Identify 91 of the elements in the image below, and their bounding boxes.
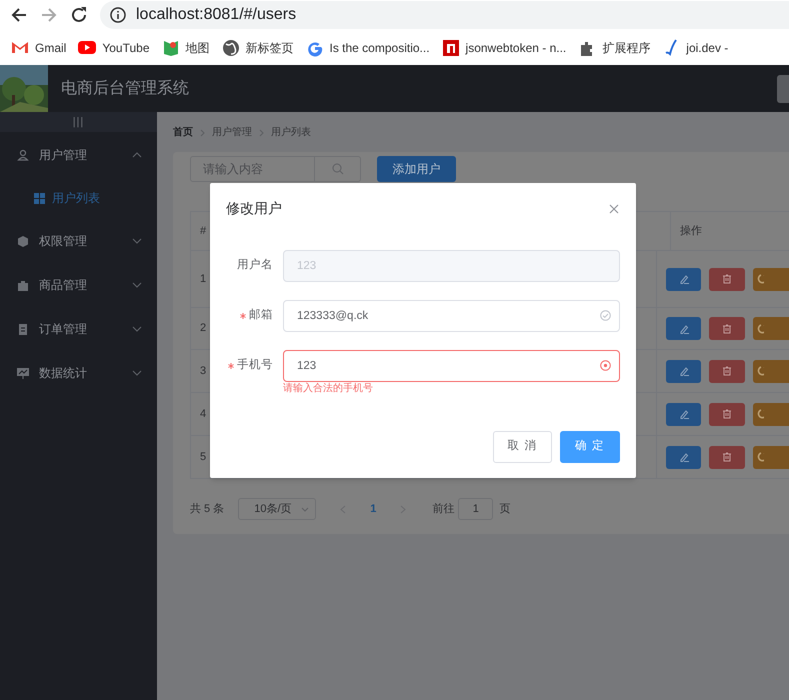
edit-button[interactable] — [666, 446, 701, 468]
sidebar-menu-item[interactable]: 数据统计 — [0, 351, 157, 395]
field-label: 手机号 — [237, 357, 273, 374]
table-cell-text: 4 — [199, 406, 208, 422]
breadcrumb-item[interactable]: 用户管理 — [212, 125, 252, 140]
table-cell-text: 3 — [199, 364, 208, 379]
chevron-right-icon — [200, 128, 205, 136]
cube-icon — [17, 234, 29, 248]
reload-icon[interactable] — [70, 6, 88, 24]
bookmark[interactable]: YouTube — [78, 38, 150, 56]
column-header: 操作 — [670, 212, 789, 250]
chevron-right-icon — [259, 128, 264, 136]
sidebar-menu-item[interactable]: 权限管理 — [0, 219, 157, 263]
edit-button[interactable] — [666, 402, 701, 426]
forward-icon[interactable] — [40, 6, 58, 24]
grid-icon — [34, 192, 45, 204]
bookmark[interactable]: 扩展程序 — [578, 38, 650, 56]
clipboard-icon — [17, 322, 29, 336]
chevron-down-icon — [132, 238, 142, 244]
confirm-button[interactable]: 确 定 — [560, 431, 620, 463]
field-label: 邮箱 — [249, 308, 273, 324]
pencil-icon — [678, 324, 688, 334]
total-count: 共 5 条 — [190, 502, 224, 517]
cancel-button[interactable]: 取 消 — [493, 431, 552, 463]
address-bar[interactable]: localhost:8081/#/users — [136, 3, 296, 27]
settings-button[interactable] — [753, 268, 789, 290]
table-cell-text: 5 — [199, 450, 208, 465]
trash-icon — [722, 274, 732, 284]
error-circle-icon — [600, 360, 611, 371]
column-header: # — [199, 224, 208, 239]
bookmark[interactable]: joi.dev - — [662, 38, 728, 56]
chevron-down-icon — [301, 506, 310, 512]
goto-label: 前往 — [432, 502, 454, 517]
goto-suffix: 页 — [499, 502, 510, 517]
sidebar-menu-item[interactable]: 商品管理 — [0, 263, 157, 307]
delete-button[interactable] — [709, 360, 745, 382]
settings-button[interactable] — [753, 317, 789, 340]
chevron-down-icon — [132, 326, 142, 332]
trash-icon — [722, 366, 732, 376]
bookmark[interactable]: 新标签页 — [222, 38, 294, 56]
bookmark[interactable]: Gmail — [11, 38, 66, 56]
delete-button[interactable] — [709, 317, 745, 340]
chart-screen-icon — [17, 366, 29, 380]
error-message: 请输入合法的手机号 — [283, 383, 374, 395]
bookmark[interactable]: jsonwebtoken - n... — [442, 38, 566, 56]
add-user-button[interactable]: 添加用户 — [377, 156, 456, 182]
page-input[interactable]: 1 — [458, 498, 494, 520]
dialog-title: 修改用户 — [226, 199, 282, 218]
breadcrumb-item[interactable]: 用户列表 — [271, 125, 311, 140]
edit-button[interactable] — [666, 360, 701, 382]
edit-button[interactable] — [666, 317, 701, 340]
table-cell-text: 2 — [199, 321, 208, 336]
sidebar-toggle[interactable]: ||| — [0, 112, 157, 132]
bag-icon — [17, 278, 29, 292]
trash-icon — [722, 324, 732, 334]
square-icon — [442, 38, 460, 56]
delete-button[interactable] — [709, 402, 745, 426]
pencil-icon — [678, 274, 688, 284]
chevron-up-icon — [132, 152, 142, 158]
settings-button[interactable] — [753, 402, 789, 426]
map-icon — [162, 38, 180, 56]
sidebar-menu-item[interactable]: 用户管理 — [0, 133, 157, 177]
pencil-icon — [678, 366, 688, 376]
bookmark[interactable]: Is the compositio... — [306, 38, 430, 56]
pencil-icon — [678, 452, 688, 462]
bookmark[interactable]: 地图 — [162, 38, 210, 56]
table-cell-text: 1 — [199, 272, 208, 287]
edit-button[interactable] — [666, 268, 701, 290]
trash-icon — [722, 452, 732, 462]
close-icon[interactable] — [609, 204, 619, 214]
page-size-select[interactable]: 10条/页 — [238, 498, 316, 520]
chevron-down-icon — [132, 370, 142, 376]
settings-button[interactable] — [753, 446, 789, 468]
input-field[interactable]: 123 — [283, 350, 620, 382]
app-title: 电商后台管理系统 — [61, 78, 189, 98]
sidebar-menu-item[interactable]: 订单管理 — [0, 307, 157, 351]
chevron-down-icon — [132, 282, 142, 288]
delete-button[interactable] — [709, 446, 745, 468]
breadcrumb-item[interactable]: 首页 — [173, 125, 193, 140]
pencil-icon — [678, 409, 688, 419]
input-field[interactable]: 123333@q.ck — [283, 300, 620, 332]
play-icon — [78, 38, 96, 56]
field-label: 用户名 — [237, 257, 273, 274]
back-icon[interactable] — [10, 6, 28, 24]
search-icon — [332, 163, 344, 175]
check-circle-icon — [600, 310, 611, 321]
settings-button[interactable] — [753, 360, 789, 382]
person-icon — [17, 148, 29, 162]
info-icon[interactable] — [110, 7, 126, 23]
trash-icon — [722, 409, 732, 419]
delete-button[interactable] — [709, 268, 745, 290]
